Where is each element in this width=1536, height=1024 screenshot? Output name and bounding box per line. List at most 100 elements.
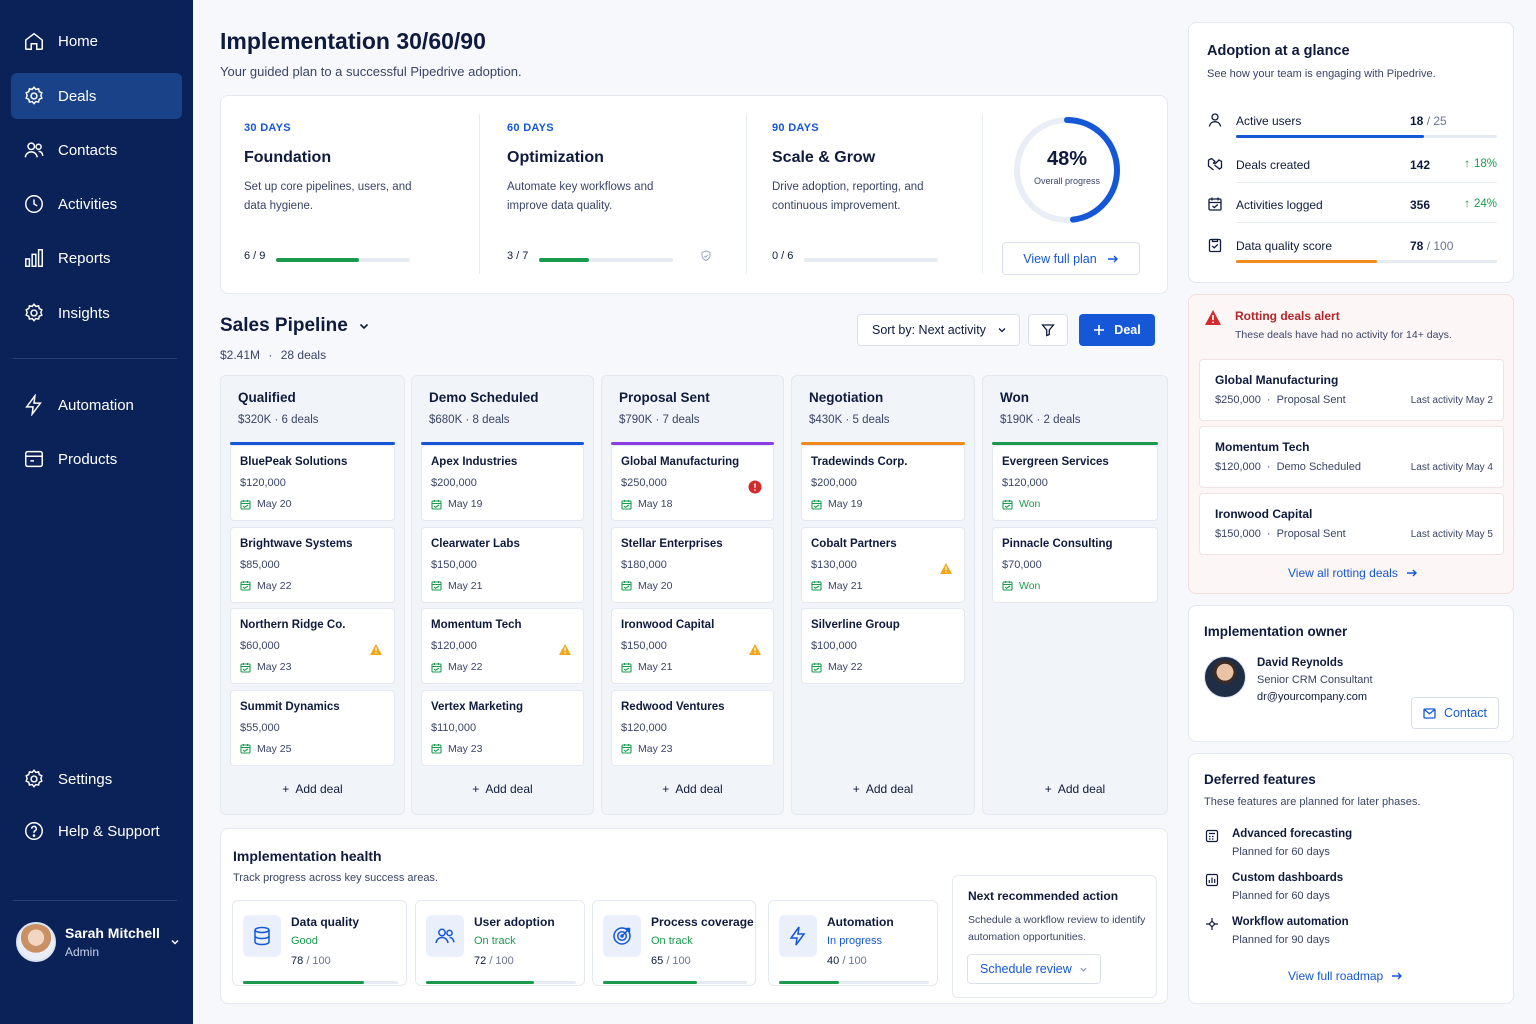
- health-item-score: 72 / 100: [474, 955, 514, 967]
- deal-date-text: May 21: [448, 579, 483, 592]
- deal-card[interactable]: Pinnacle Consulting $70,000 Won: [992, 526, 1158, 603]
- plus-icon: +: [852, 782, 860, 796]
- score-value: 40: [827, 955, 840, 967]
- column-summary: $680K · 8 deals: [429, 414, 510, 426]
- calendar-icon: [240, 499, 257, 510]
- divider: [982, 114, 983, 274]
- deal-card[interactable]: Clearwater Labs $150,000 May 21: [421, 526, 584, 603]
- phase-count: 3 / 7: [507, 250, 529, 262]
- deal-card[interactable]: Momentum Tech $120,000 May 22: [421, 608, 584, 684]
- alert-triangle-icon: [1204, 309, 1222, 326]
- deal-date: May 21: [811, 580, 862, 592]
- overall-progress-value: 48%: [1046, 148, 1088, 170]
- deal-date-text: May 22: [828, 661, 863, 673]
- deal-card[interactable]: Evergreen Services $120,000 Won: [992, 445, 1158, 521]
- schedule-review-button[interactable]: Schedule review: [967, 954, 1101, 984]
- user-menu[interactable]: Sarah Mitchell Admin: [16, 920, 181, 964]
- deal-date-text: Won: [1019, 498, 1041, 510]
- add-deal-link[interactable]: + Add deal: [412, 782, 593, 796]
- deal-card[interactable]: BluePeak Solutions $120,000 May 20: [230, 445, 395, 521]
- add-deal-link[interactable]: + Add deal: [792, 782, 974, 796]
- column-name: Won: [1000, 390, 1029, 405]
- warning-icon: [558, 643, 572, 656]
- deal-name: Summit Dynamics: [240, 700, 340, 713]
- add-deal-link[interactable]: + Add deal: [221, 782, 404, 796]
- deal-card[interactable]: Redwood Ventures $120,000 May 23: [611, 689, 774, 766]
- adoption-metric: Activities logged 356 ↑ 24%: [1207, 196, 1497, 236]
- deal-date-text: May 23: [448, 742, 483, 755]
- sidebar-item-help[interactable]: Help & Support: [11, 808, 182, 854]
- deal-card[interactable]: Silverline Group $100,000 May 22: [801, 608, 965, 684]
- deal-card[interactable]: Northern Ridge Co. $60,000 May 23: [230, 608, 395, 684]
- plus-icon: +: [662, 782, 670, 796]
- view-full-plan-button[interactable]: View full plan: [1002, 242, 1140, 275]
- deal-date-text: May 20: [257, 498, 292, 510]
- rotting-deal-stage: Proposal Sent: [1276, 394, 1346, 406]
- view-all-rotting-link[interactable]: View all rotting deals: [1288, 566, 1418, 580]
- health-item: Data quality Good 78 / 100: [232, 900, 407, 986]
- health-item-progress: [243, 981, 398, 984]
- add-deal-label: Add deal: [865, 782, 914, 796]
- score-max: / 100: [489, 955, 514, 967]
- contact-button[interactable]: Contact: [1411, 697, 1499, 729]
- score-max: / 100: [306, 955, 331, 967]
- sidebar-item-settings[interactable]: Settings: [11, 756, 182, 802]
- rotting-deal-meta: $120,000 · Demo Scheduled: [1215, 461, 1361, 473]
- deal-card[interactable]: Cobalt Partners $130,000 May 21: [801, 526, 965, 603]
- view-roadmap-link[interactable]: View full roadmap: [1288, 969, 1403, 983]
- plus-icon: +: [472, 782, 480, 796]
- metric-number: 78: [1410, 239, 1424, 253]
- sidebar-item-label: Reports: [58, 249, 111, 267]
- filter-button[interactable]: [1028, 314, 1068, 346]
- deal-date-text: May 19: [448, 498, 483, 510]
- deal-date: May 23: [431, 743, 482, 755]
- sidebar-item-reports[interactable]: Reports: [11, 235, 182, 281]
- arrow-right-icon: [1383, 970, 1403, 982]
- deal-name: Apex Industries: [431, 456, 518, 468]
- deal-card[interactable]: Apex Industries $200,000 May 19: [421, 445, 584, 521]
- phase-30: 30 DAYS Foundation Set up core pipelines…: [221, 96, 479, 294]
- sidebar-item-contacts[interactable]: Contacts: [11, 127, 182, 173]
- score-max: / 100: [842, 955, 867, 967]
- deal-value: $130,000: [811, 558, 857, 571]
- sidebar-item-automation[interactable]: Automation: [11, 382, 182, 428]
- sidebar-item-products[interactable]: Products: [11, 436, 182, 482]
- deal-card[interactable]: Summit Dynamics $55,000 May 25: [230, 689, 395, 766]
- add-deal-link[interactable]: + Add deal: [983, 782, 1167, 796]
- rotting-deal-value: $120,000: [1215, 461, 1261, 473]
- mail-icon: [1423, 707, 1436, 719]
- deal-card[interactable]: Stellar Enterprises $180,000 May 20: [611, 526, 774, 603]
- health-item-progress: [603, 981, 747, 984]
- owner-avatar: [1204, 656, 1246, 698]
- rotting-deal[interactable]: Ironwood Capital $150,000 · Proposal Sent …: [1199, 493, 1504, 555]
- deal-card[interactable]: Brightwave Systems $85,000 May 22: [230, 526, 395, 603]
- deal-name: Clearwater Labs: [431, 537, 520, 550]
- sidebar-item-insights[interactable]: Insights: [11, 290, 182, 336]
- arrow-right-icon: [1107, 253, 1119, 265]
- phase-desc: Automate key workflows and improve data …: [507, 181, 654, 212]
- deal-card[interactable]: Tradewinds Corp. $200,000 May 19: [801, 445, 965, 521]
- calendar-icon: [811, 499, 828, 510]
- deal-value: $120,000: [431, 640, 477, 652]
- sidebar-item-home[interactable]: Home: [11, 18, 182, 64]
- pipeline-title[interactable]: Sales Pipeline: [220, 315, 370, 337]
- rotting-deal[interactable]: Global Manufacturing $250,000 · Proposal S…: [1199, 359, 1504, 421]
- deal-card[interactable]: Ironwood Capital $150,000 May 21: [611, 608, 774, 684]
- deal-card[interactable]: Global Manufacturing $250,000 May 18: [611, 445, 774, 521]
- user-icon: [1207, 112, 1223, 128]
- rotting-deal[interactable]: Momentum Tech $120,000 · Demo Scheduled La…: [1199, 426, 1504, 488]
- adoption-metric: Active users 18 / 25: [1207, 112, 1497, 152]
- sidebar-item-activities[interactable]: Activities: [11, 181, 182, 227]
- sort-dropdown[interactable]: Sort by: Next activity: [857, 314, 1020, 346]
- deal-card[interactable]: Vertex Marketing $110,000 May 23: [421, 689, 584, 766]
- deal-date: May 21: [621, 661, 672, 673]
- owner-email[interactable]: dr@yourcompany.com: [1257, 691, 1367, 703]
- button-label: Deal: [1114, 323, 1141, 337]
- calendar-icon: [621, 743, 638, 754]
- calendar-icon: [1002, 580, 1019, 591]
- add-deal-button[interactable]: Deal: [1079, 314, 1155, 346]
- deal-value: $55,000: [240, 721, 280, 734]
- add-deal-link[interactable]: + Add deal: [602, 782, 783, 796]
- phase-count: 0 / 6: [772, 250, 794, 262]
- sidebar-item-deals[interactable]: Deals: [11, 73, 182, 119]
